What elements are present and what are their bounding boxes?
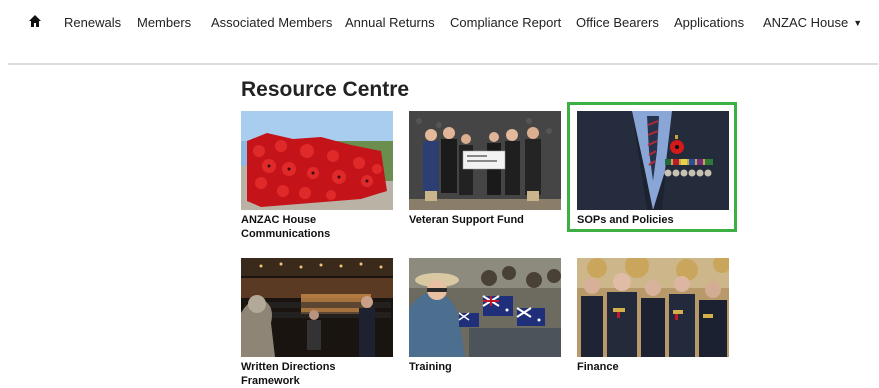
- tile-label: ANZAC House Communications: [241, 214, 331, 240]
- auditorium-image: [241, 258, 393, 357]
- tile-written-directions-framework[interactable]: Written Directions Framework: [241, 258, 393, 388]
- nav-applications[interactable]: Applications: [674, 15, 744, 30]
- tile-finance[interactable]: Finance: [577, 258, 729, 374]
- tile-label: Training: [409, 361, 452, 373]
- tile-training[interactable]: Training: [409, 258, 561, 374]
- tile-label: SOPs and Policies: [577, 214, 674, 226]
- nav-associated-members[interactable]: Associated Members: [211, 15, 332, 30]
- nav-members[interactable]: Members: [137, 15, 191, 30]
- page-title: Resource Centre: [241, 78, 410, 101]
- tile-anzac-house-communications[interactable]: ANZAC House Communications: [241, 111, 393, 241]
- veterans-march-image: [577, 258, 729, 357]
- tile-label: Veteran Support Fund: [409, 214, 524, 226]
- nav-anzac-house-label: ANZAC House: [763, 15, 849, 30]
- nav-office-bearers[interactable]: Office Bearers: [576, 15, 659, 30]
- uniform-medals-image: [577, 111, 729, 210]
- nav-compliance-report[interactable]: Compliance Report: [450, 15, 561, 30]
- crowd-with-flags-image: [409, 258, 561, 357]
- anzac-letters-image: [241, 111, 393, 210]
- cheque-presentation-image: [409, 111, 561, 210]
- nav-anzac-house-dropdown[interactable]: ANZAC House ▼: [763, 15, 862, 30]
- header-divider: [8, 63, 878, 65]
- tile-label: Finance: [577, 361, 619, 373]
- tile-sops-and-policies[interactable]: SOPs and Policies: [577, 111, 729, 227]
- home-icon[interactable]: [28, 14, 42, 28]
- tile-label: Written Directions Framework: [241, 361, 336, 387]
- nav-annual-returns[interactable]: Annual Returns: [345, 15, 435, 30]
- caret-down-icon: ▼: [853, 18, 863, 28]
- tile-veteran-support-fund[interactable]: Veteran Support Fund: [409, 111, 561, 227]
- top-nav: Renewals Members Associated Members Annu…: [0, 0, 879, 44]
- nav-renewals[interactable]: Renewals: [64, 15, 121, 30]
